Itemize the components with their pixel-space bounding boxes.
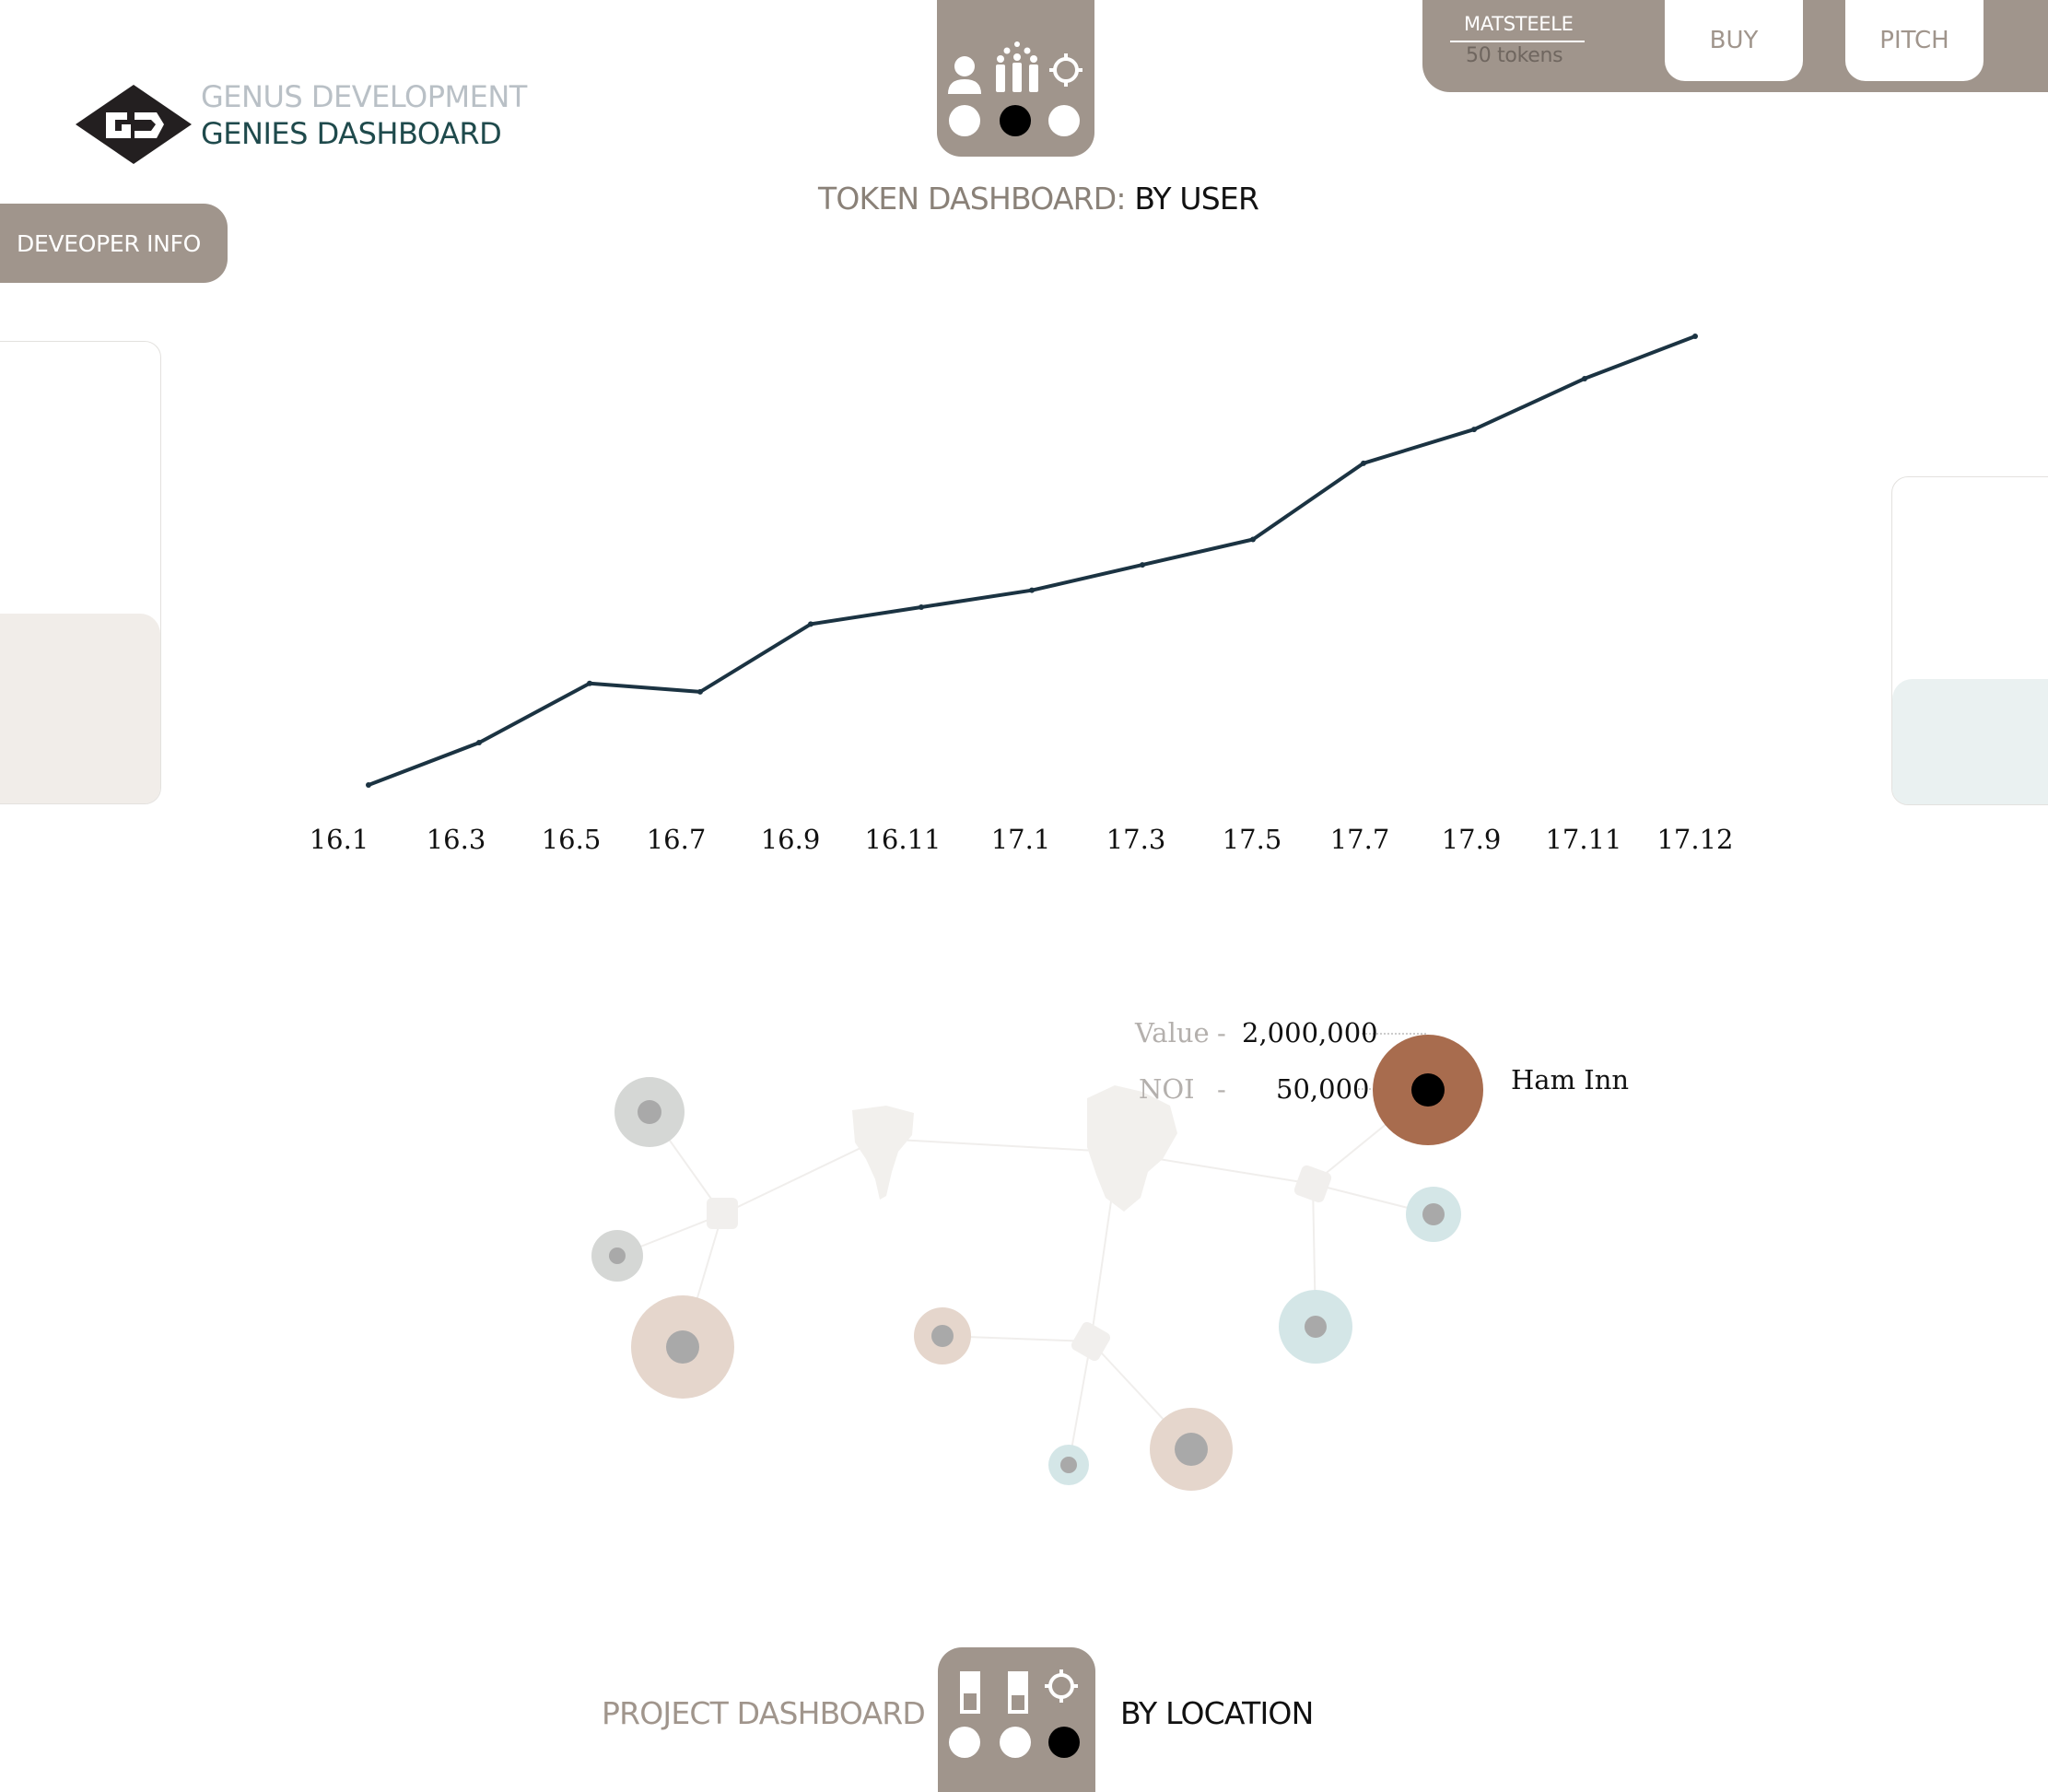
- bar-low-icon[interactable]: [958, 1669, 982, 1716]
- dashboard-canvas: 16.1 16.3 16.5 16.7 16.9 16.11 17.1 17.3 17.5 17.…: [310, 334, 1734, 1491]
- x-tick-label: 16.5: [542, 824, 602, 855]
- location-node[interactable]: [1150, 1408, 1233, 1491]
- tooltip-dash: -: [1217, 1073, 1226, 1105]
- location-node[interactable]: [1406, 1187, 1461, 1242]
- tooltip-value-key: Value: [1134, 1017, 1210, 1048]
- tooltip-value: 2,000,000: [1242, 1017, 1378, 1048]
- x-tick-label: 17.9: [1442, 824, 1502, 855]
- network-hubs: [707, 1165, 1332, 1362]
- x-tick-label: 16.1: [310, 824, 369, 855]
- x-tick-label: 17.11: [1545, 824, 1621, 855]
- x-tick-label: 17.12: [1656, 824, 1733, 855]
- location-node[interactable]: [914, 1307, 971, 1364]
- x-tick-label: 17.5: [1223, 824, 1282, 855]
- tooltip-noi-key: NOI: [1139, 1073, 1195, 1105]
- x-tick-label: 16.11: [864, 824, 941, 855]
- data-point[interactable]: [1692, 334, 1698, 339]
- data-point[interactable]: [1250, 536, 1256, 543]
- data-point[interactable]: [697, 688, 703, 695]
- project-view-dot-low[interactable]: [949, 1727, 980, 1758]
- continent-shapes: [852, 1085, 1177, 1212]
- crosshair-icon[interactable]: [1043, 1668, 1080, 1704]
- location-node[interactable]: [631, 1295, 734, 1399]
- tooltip-dash: -: [1217, 1017, 1226, 1048]
- x-tick-label: 16.7: [647, 824, 707, 855]
- data-point[interactable]: [587, 680, 592, 686]
- x-tick-label: 16.3: [427, 824, 486, 855]
- location-node[interactable]: [614, 1077, 685, 1147]
- series-line: [368, 334, 1696, 787]
- project-network-map: Value - 2,000,000 NOI - 50,000 Ham Inn: [591, 1017, 1629, 1491]
- location-node[interactable]: [1048, 1445, 1089, 1485]
- location-node[interactable]: [591, 1230, 643, 1282]
- project-view-dot-location[interactable]: [1048, 1727, 1080, 1758]
- project-dashboard-title: PROJECT DASHBOARD: [602, 1695, 926, 1731]
- network-links: [616, 1089, 1434, 1466]
- project-view-switch: [938, 1647, 1095, 1792]
- x-tick-label: 17.1: [991, 824, 1051, 855]
- data-point[interactable]: [1140, 562, 1145, 568]
- data-point[interactable]: [1471, 427, 1477, 433]
- data-point[interactable]: [476, 740, 482, 746]
- data-point[interactable]: [1361, 460, 1366, 466]
- project-dashboard-view-label: BY LOCATION: [1120, 1695, 1314, 1731]
- token-line-chart: 16.1 16.3 16.5 16.7 16.9 16.11 17.1 17.3 17.5 17.…: [310, 334, 1734, 855]
- location-node[interactable]: [1279, 1290, 1352, 1364]
- bar-high-icon[interactable]: [1006, 1669, 1030, 1716]
- data-point[interactable]: [1029, 587, 1035, 593]
- x-tick-label: 17.3: [1106, 824, 1166, 855]
- x-tick-label: 16.9: [761, 824, 821, 855]
- tooltip-noi: 50,000: [1276, 1073, 1369, 1105]
- x-tick-label: 17.7: [1330, 824, 1390, 855]
- tooltip-project-name: Ham Inn: [1511, 1064, 1629, 1095]
- project-view-dot-high[interactable]: [1000, 1727, 1031, 1758]
- highlighted-location-node[interactable]: [1373, 1035, 1483, 1145]
- data-point[interactable]: [808, 621, 813, 627]
- data-point[interactable]: [1582, 375, 1587, 381]
- data-point[interactable]: [919, 604, 924, 611]
- data-point[interactable]: [366, 782, 371, 788]
